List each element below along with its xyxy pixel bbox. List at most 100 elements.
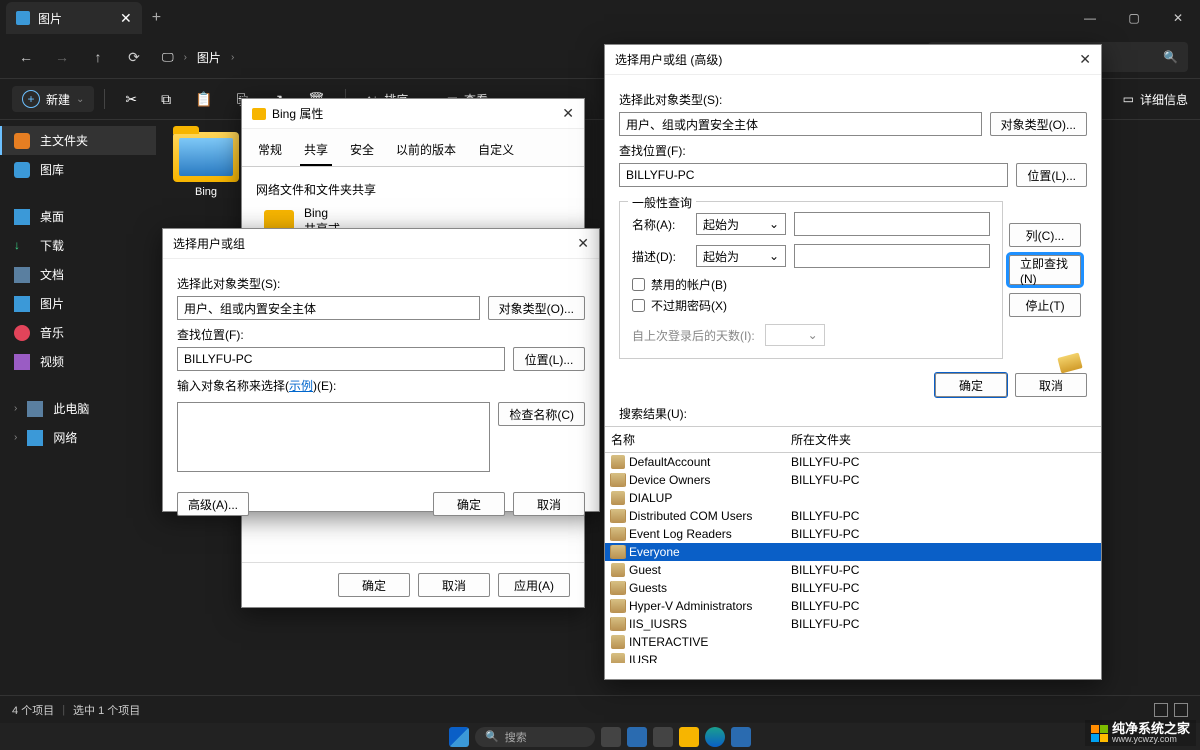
folder-bing[interactable]: Bing [168,132,244,198]
result-row[interactable]: GuestBILLYFU-PC [605,561,1101,579]
result-row[interactable]: Hyper-V AdministratorsBILLYFU-PC [605,597,1101,615]
details-pane-button[interactable]: ▭ 详细信息 [1123,91,1188,108]
disabled-accounts-checkbox[interactable]: 禁用的帐户(B) [632,276,990,293]
desc-input[interactable] [794,244,990,268]
close-icon[interactable]: ✕ [577,235,589,252]
close-icon[interactable]: ✕ [1079,51,1091,68]
tiles-view-icon[interactable] [1174,703,1188,717]
columns-button[interactable]: 列(C)... [1009,223,1081,247]
taskview-button[interactable] [601,727,621,747]
location-button[interactable]: 位置(L)... [513,347,585,371]
result-name: IUSR [629,653,658,663]
common-queries-group: 一般性查询 名称(A): 起始为⌄ 描述(D): 起始为⌄ 禁用的帐户(B) 不… [619,201,1003,359]
example-link[interactable]: 示例 [289,379,313,393]
new-tab-button[interactable]: + [152,9,161,27]
sidebar-item-downloads[interactable]: ↓下载 [0,231,156,260]
sidebar-item-thispc[interactable]: ›此电脑 [0,394,156,423]
taskbar-app[interactable] [653,727,673,747]
taskbar-app[interactable] [731,727,751,747]
col-name[interactable]: 名称 [611,431,791,448]
taskbar-app[interactable] [627,727,647,747]
section-label: 网络文件和文件夹共享 [256,181,570,198]
back-button[interactable]: ← [12,49,40,65]
maximize-button[interactable]: ▢ [1112,0,1156,36]
ok-button[interactable]: 确定 [433,492,505,516]
copy-button[interactable]: ⧉ [151,87,181,112]
props-cancel-button[interactable]: 取消 [418,573,490,597]
name-mode-combo[interactable]: 起始为⌄ [696,213,786,235]
tab-close-icon[interactable]: ✕ [120,10,132,27]
result-row[interactable]: IIS_IUSRSBILLYFU-PC [605,615,1101,633]
tab-general[interactable]: 常规 [254,135,286,166]
result-row[interactable]: Event Log ReadersBILLYFU-PC [605,525,1101,543]
sidebar-item-gallery[interactable]: 图库 [0,155,156,184]
chevron-right-icon: › [14,432,17,443]
tab-sharing[interactable]: 共享 [300,135,332,166]
cancel-button[interactable]: 取消 [513,492,585,516]
name-input[interactable] [794,212,990,236]
result-row[interactable]: Everyone [605,543,1101,561]
chevron-right-icon: › [14,403,17,414]
sidebar-item-pictures[interactable]: 图片 [0,289,156,318]
sidebar-item-music[interactable]: 音乐 [0,318,156,347]
obj-type-button[interactable]: 对象类型(O)... [488,296,585,320]
check-names-button[interactable]: 检查名称(C) [498,402,585,426]
result-row[interactable]: Distributed COM UsersBILLYFU-PC [605,507,1101,525]
taskbar-explorer[interactable] [679,727,699,747]
result-row[interactable]: IUSR [605,651,1101,663]
obj-type-button[interactable]: 对象类型(O)... [990,112,1087,136]
results-header[interactable]: 名称 所在文件夹 [605,427,1101,453]
result-row[interactable]: INTERACTIVE [605,633,1101,651]
refresh-button[interactable]: ⟳ [120,49,148,66]
desc-mode-combo[interactable]: 起始为⌄ [696,245,786,267]
sidebar-item-documents[interactable]: 文档 [0,260,156,289]
new-button[interactable]: + 新建 ⌄ [12,86,94,112]
props-titlebar[interactable]: Bing 属性 ✕ [242,99,584,129]
breadcrumb[interactable]: 🖵 › 图片 › [162,49,234,66]
taskbar-edge[interactable] [705,727,725,747]
minimize-button[interactable]: — [1068,0,1112,36]
result-row[interactable]: DIALUP [605,489,1101,507]
taskbar-search[interactable]: 🔍搜索 [475,727,595,747]
item-count: 4 个项目 [12,702,54,718]
props-apply-button[interactable]: 应用(A) [498,573,570,597]
tab-security[interactable]: 安全 [346,135,378,166]
props-ok-button[interactable]: 确定 [338,573,410,597]
sidebar-item-home[interactable]: 主文件夹 [0,126,156,155]
noexpire-checkbox[interactable]: 不过期密码(X) [632,297,990,314]
principal-icon [611,653,625,663]
result-folder: BILLYFU-PC [791,509,859,523]
result-row[interactable]: Device OwnersBILLYFU-PC [605,471,1101,489]
location-label: 查找位置(F): [177,326,585,343]
dlg-titlebar[interactable]: 选择用户或组 ✕ [163,229,599,259]
location-button[interactable]: 位置(L)... [1016,163,1087,187]
cut-button[interactable]: ✂ [115,87,147,112]
sidebar-item-desktop[interactable]: 桌面 [0,202,156,231]
tab-custom[interactable]: 自定义 [474,135,518,166]
window-close-button[interactable]: ✕ [1156,0,1200,36]
forward-button[interactable]: → [48,49,76,65]
find-now-button[interactable]: 立即查找(N) [1009,255,1081,285]
stop-button[interactable]: 停止(T) [1009,293,1081,317]
sidebar-item-videos[interactable]: 视频 [0,347,156,376]
details-view-icon[interactable] [1154,703,1168,717]
sidebar-item-network[interactable]: ›网络 [0,423,156,452]
names-input[interactable] [177,402,490,472]
principal-icon [611,473,625,487]
music-icon [14,325,30,341]
pictures-icon [16,11,30,25]
principal-icon [611,545,625,559]
start-button[interactable] [449,727,469,747]
window-tab[interactable]: 图片 ✕ [6,2,142,34]
close-icon[interactable]: ✕ [562,105,574,122]
result-row[interactable]: DefaultAccountBILLYFU-PC [605,453,1101,471]
advanced-button[interactable]: 高级(A)... [177,492,249,516]
paste-button[interactable]: 📋 [185,87,222,112]
cancel-button[interactable]: 取消 [1015,373,1087,397]
tab-prev-versions[interactable]: 以前的版本 [392,135,460,166]
result-row[interactable]: GuestsBILLYFU-PC [605,579,1101,597]
dlg-titlebar[interactable]: 选择用户或组 (高级) ✕ [605,45,1101,75]
ok-button[interactable]: 确定 [935,373,1007,397]
col-folder[interactable]: 所在文件夹 [791,431,851,448]
up-button[interactable]: ↑ [84,49,112,65]
